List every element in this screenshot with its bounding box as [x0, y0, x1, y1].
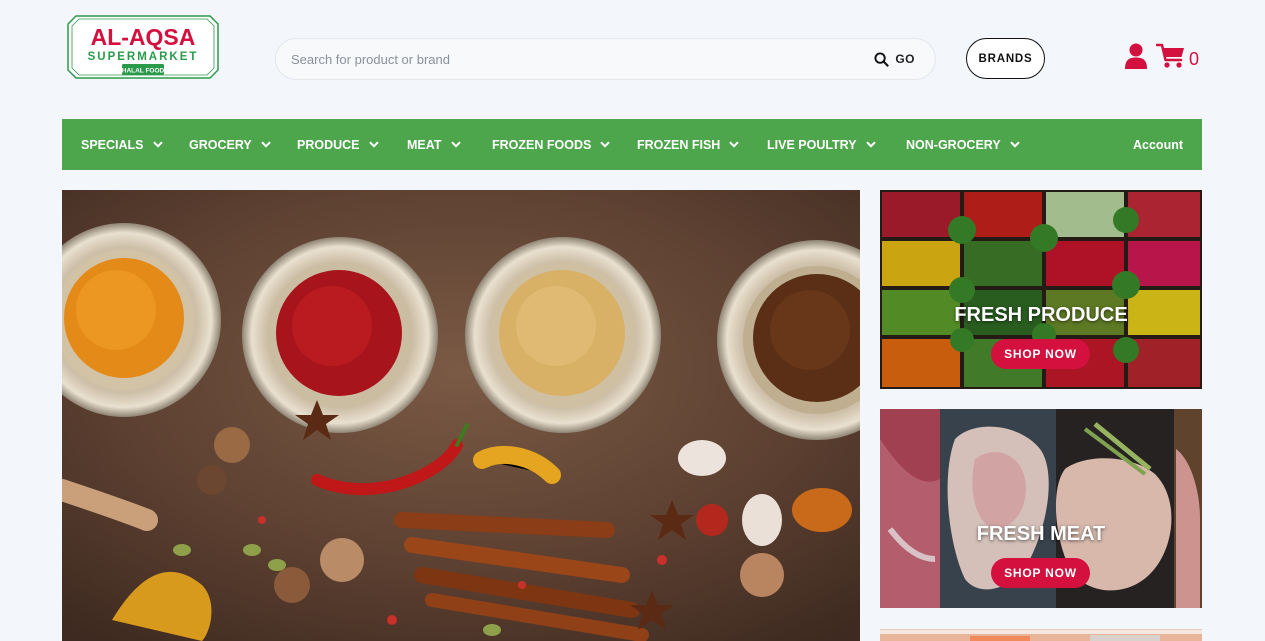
nav-item-label: FROZEN FISH	[637, 137, 721, 152]
cart-count: 0	[1189, 49, 1200, 69]
banner-title: FRESH PRODUCE	[954, 304, 1128, 326]
nav-item-label: SPECIALS	[81, 137, 144, 152]
chevron-down-icon	[1009, 141, 1020, 148]
main-nav: SPECIALS GROCERY PRODUCE MEAT FROZEN FOO…	[62, 119, 1202, 170]
logo-tag-text: HALAL FOOD	[122, 68, 165, 75]
cart-icon[interactable]	[1156, 43, 1186, 69]
chevron-down-icon	[600, 141, 611, 148]
chevron-down-icon	[729, 141, 740, 148]
nav-item-label: PRODUCE	[297, 137, 360, 152]
user-icon[interactable]	[1124, 43, 1148, 69]
banner-fresh-produce[interactable]: FRESH PRODUCE SHOP NOW	[880, 190, 1202, 389]
seafood-image	[880, 630, 1202, 641]
nav-item-produce[interactable]: PRODUCE	[297, 119, 379, 170]
nav-item-non-grocery[interactable]: NON-GROCERY	[906, 119, 1020, 170]
search-button-label: GO	[895, 52, 915, 66]
banner-third[interactable]	[880, 629, 1202, 641]
nav-item-label: MEAT	[407, 137, 442, 152]
chevron-down-icon	[261, 141, 271, 148]
banner-fresh-meat[interactable]: FRESH MEAT SHOP NOW	[880, 409, 1202, 608]
search-bar: GO	[275, 38, 936, 80]
logo-main-text: AL-AQSA	[91, 24, 196, 50]
chevron-down-icon	[865, 141, 876, 148]
chevron-down-icon	[450, 141, 461, 148]
nav-item-label: LIVE POULTRY	[767, 137, 857, 152]
shop-now-button[interactable]: SHOP NOW	[991, 339, 1090, 369]
chevron-down-icon	[152, 141, 163, 148]
search-button[interactable]: GO	[874, 51, 935, 67]
nav-item-live-poultry[interactable]: LIVE POULTRY	[767, 119, 876, 170]
nav-item-label: FROZEN FOODS	[492, 137, 592, 152]
account-link[interactable]: Account	[1133, 119, 1183, 170]
shop-now-button[interactable]: SHOP NOW	[991, 558, 1090, 588]
search-input[interactable]	[276, 51, 875, 67]
nav-item-specials[interactable]: SPECIALS	[81, 119, 163, 170]
nav-item-grocery[interactable]: GROCERY	[189, 119, 271, 170]
nav-item-label: GROCERY	[189, 137, 252, 152]
banner-title: FRESH MEAT	[976, 523, 1106, 545]
hero-banner[interactable]	[62, 190, 860, 641]
spices-image	[62, 190, 860, 641]
nav-item-frozen-foods[interactable]: FROZEN FOODS	[492, 119, 611, 170]
search-icon	[874, 51, 889, 67]
nav-item-label: NON-GROCERY	[906, 137, 1001, 152]
nav-item-frozen-fish[interactable]: FROZEN FISH	[637, 119, 740, 170]
brands-button[interactable]: BRANDS	[966, 38, 1045, 79]
brand-logo[interactable]: AL-AQSA SUPERMARKET HALAL FOOD	[66, 14, 220, 80]
logo-sub-text: SUPERMARKET	[88, 51, 199, 63]
chevron-down-icon	[368, 141, 379, 148]
nav-item-meat[interactable]: MEAT	[407, 119, 461, 170]
